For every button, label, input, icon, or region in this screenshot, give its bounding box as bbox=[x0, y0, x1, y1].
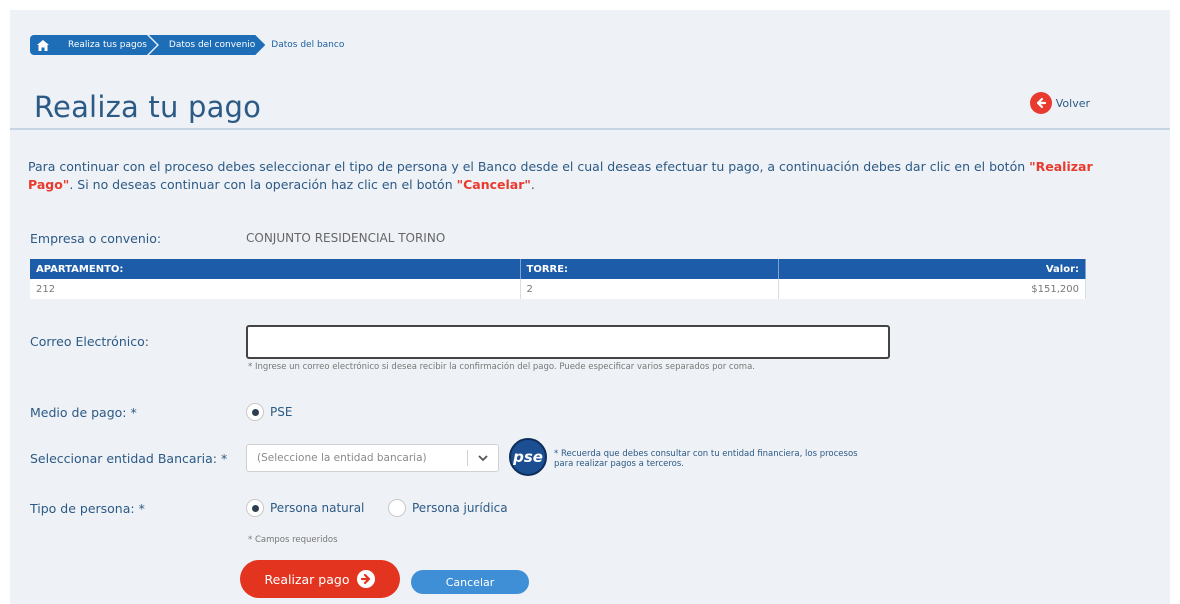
chevron-down-icon bbox=[468, 452, 498, 465]
table-header-row: APARTAMENTO: TORRE: Valor: bbox=[30, 259, 1086, 279]
back-link[interactable]: Volver bbox=[1029, 92, 1090, 114]
divider bbox=[10, 128, 1170, 130]
home-icon[interactable] bbox=[30, 35, 56, 55]
payment-method-label: Medio de pago: * bbox=[30, 405, 137, 420]
cell-torre: 2 bbox=[520, 279, 779, 299]
company-label: Empresa o convenio: bbox=[30, 231, 162, 246]
cell-valor: $151,200 bbox=[778, 279, 1086, 299]
back-label: Volver bbox=[1055, 96, 1090, 110]
payment-method-pse-radio[interactable]: PSE bbox=[246, 403, 292, 421]
instructions-part: . bbox=[530, 177, 535, 192]
pay-button-label: Realizar pago bbox=[264, 571, 350, 587]
instructions-cancel-keyword: "Cancelar" bbox=[456, 177, 531, 192]
breadcrumb-item-pagos[interactable]: Realiza tus pagos bbox=[56, 35, 157, 55]
payment-method-option-label: PSE bbox=[270, 405, 293, 419]
pse-note: * Recuerda que debes consultar con tu en… bbox=[554, 449, 858, 469]
radio-unselected-icon bbox=[388, 499, 406, 517]
radio-selected-icon bbox=[246, 499, 264, 517]
instructions-part: . Si no deseas continuar con la operació… bbox=[69, 177, 457, 192]
page-title: Realiza tu pago bbox=[34, 90, 262, 124]
company-value: CONJUNTO RESIDENCIAL TORINO bbox=[246, 231, 446, 245]
instructions-part: Para continuar con el proceso debes sele… bbox=[28, 159, 1030, 174]
column-header-valor: Valor: bbox=[778, 259, 1086, 279]
pse-logo-icon: pse bbox=[509, 438, 547, 476]
bank-select-placeholder: (Seleccione la entidad bancaria) bbox=[257, 452, 427, 464]
instructions-text: Para continuar con el proceso debes sele… bbox=[28, 158, 1108, 194]
arrow-left-icon bbox=[1029, 92, 1052, 114]
bank-label: Seleccionar entidad Bancaria: * bbox=[30, 451, 228, 466]
column-header-apartamento: APARTAMENTO: bbox=[30, 259, 521, 279]
breadcrumb: Realiza tus pagos Datos del convenio Dat… bbox=[30, 35, 354, 55]
radio-selected-icon bbox=[246, 403, 264, 421]
email-field[interactable] bbox=[246, 325, 890, 359]
person-type-juridica-radio[interactable]: Persona jurídica bbox=[388, 499, 508, 517]
person-type-natural-radio[interactable]: Persona natural bbox=[246, 499, 364, 517]
detail-table: APARTAMENTO: TORRE: Valor: 212 2 $151,20… bbox=[30, 259, 1086, 299]
arrow-right-icon bbox=[357, 570, 376, 588]
required-fields-note: * Campos requeridos bbox=[248, 535, 338, 545]
person-type-option-label: Persona natural bbox=[270, 501, 365, 515]
person-type-label: Tipo de persona: * bbox=[30, 501, 145, 516]
table-row: 212 2 $151,200 bbox=[30, 279, 1086, 299]
pay-button[interactable]: Realizar pago bbox=[240, 560, 400, 598]
cell-apartamento: 212 bbox=[30, 279, 521, 299]
bank-select[interactable]: (Seleccione la entidad bancaria) bbox=[246, 444, 499, 472]
person-type-option-label: Persona jurídica bbox=[412, 501, 508, 515]
column-header-torre: TORRE: bbox=[520, 259, 779, 279]
breadcrumb-item-convenio[interactable]: Datos del convenio bbox=[149, 35, 265, 55]
breadcrumb-item-banco: Datos del banco bbox=[271, 40, 345, 50]
page-container: Realiza tus pagos Datos del convenio Dat… bbox=[10, 10, 1170, 604]
email-hint: * Ingrese un correo electrónico si desea… bbox=[248, 362, 755, 372]
email-label: Correo Electrónico: bbox=[30, 334, 149, 349]
cancel-button[interactable]: Cancelar bbox=[411, 570, 529, 594]
